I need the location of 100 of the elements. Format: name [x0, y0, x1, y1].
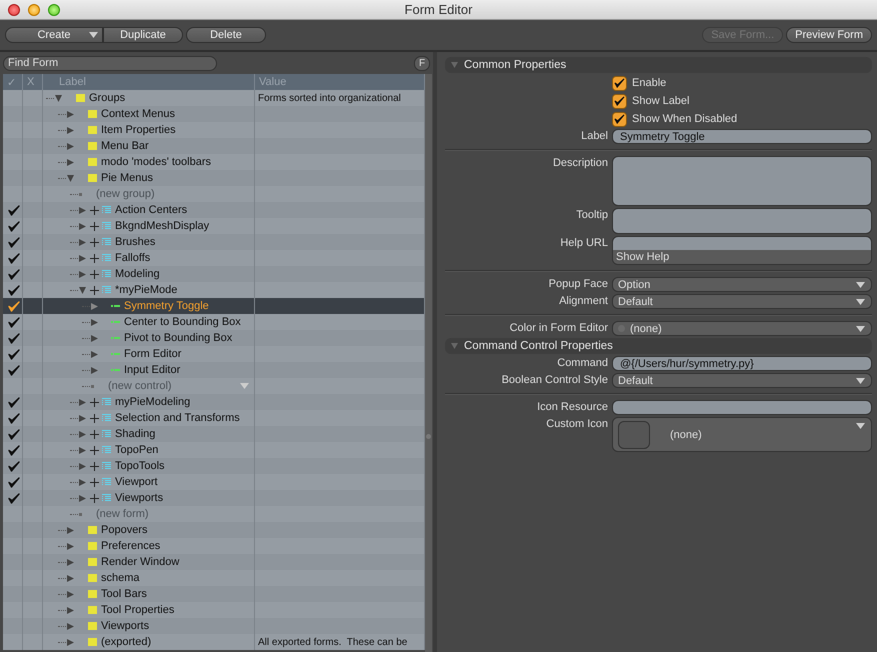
filter-button[interactable]: F	[414, 56, 430, 70]
text-area[interactable]	[612, 156, 872, 206]
tree-item-label[interactable]: Popovers	[101, 524, 148, 536]
tree-item-label[interactable]: Pivot to Bounding Box	[124, 332, 232, 344]
dropdown[interactable]: Option	[612, 277, 872, 292]
check-icon[interactable]	[8, 268, 20, 280]
tree-item-label[interactable]: Item Properties	[101, 124, 176, 136]
check-icon[interactable]	[8, 252, 20, 264]
text-field[interactable]: Symmetry Toggle	[612, 129, 872, 144]
delete-button[interactable]: Delete	[186, 27, 266, 43]
plus-icon[interactable]	[90, 286, 99, 294]
tree-item-label[interactable]: (exported)	[101, 636, 152, 648]
plus-icon[interactable]	[90, 478, 99, 486]
check-icon[interactable]	[8, 460, 20, 472]
expand-arrow-icon[interactable]	[67, 606, 74, 614]
tree-item-label[interactable]: Action Centers	[115, 204, 188, 216]
tree-item-label[interactable]: Input Editor	[124, 364, 180, 376]
preview-button[interactable]: Preview Form	[786, 27, 872, 43]
expand-arrow-icon[interactable]	[79, 414, 86, 422]
plus-icon[interactable]	[90, 270, 99, 278]
tree-item-label[interactable]: BkgndMeshDisplay	[115, 220, 210, 232]
collapse-arrow-icon[interactable]	[67, 174, 74, 182]
checkbox[interactable]	[612, 94, 627, 108]
tree-item-label[interactable]: Pie Menus	[101, 172, 153, 184]
plus-icon[interactable]	[90, 494, 99, 502]
expand-arrow-icon[interactable]	[67, 590, 74, 598]
tree-item-label[interactable]: Symmetry Toggle	[124, 300, 209, 312]
tree-item-label[interactable]: Groups	[89, 92, 126, 104]
zoom-button[interactable]	[48, 4, 60, 16]
expand-arrow-icon[interactable]	[91, 350, 98, 358]
check-icon[interactable]	[8, 412, 20, 424]
create-button[interactable]: Create	[5, 27, 103, 43]
expand-arrow-icon[interactable]	[79, 206, 86, 214]
tree-item-label[interactable]: Tool Bars	[101, 588, 147, 600]
expand-arrow-icon[interactable]	[79, 494, 86, 502]
tree-item-label[interactable]: Menu Bar	[101, 140, 149, 152]
tree-item-label[interactable]: Tool Properties	[101, 604, 174, 616]
expand-arrow-icon[interactable]	[67, 638, 74, 646]
expand-arrow-icon[interactable]	[67, 622, 74, 630]
text-field[interactable]	[612, 400, 872, 415]
check-icon[interactable]	[8, 444, 20, 456]
tree-item-label[interactable]: myPieModeling	[115, 396, 190, 408]
expand-arrow-icon[interactable]	[79, 430, 86, 438]
checkbox[interactable]	[612, 76, 627, 90]
tree-item-label[interactable]: Form Editor	[124, 348, 182, 360]
tree-item-label[interactable]: TopoPen	[115, 444, 158, 456]
icon-dropdown[interactable]: (none)	[612, 417, 872, 452]
expand-arrow-icon[interactable]	[79, 446, 86, 454]
text-field[interactable]: @{/Users/hur/symmetry.py}	[612, 356, 872, 371]
tree-item-label[interactable]: Viewport	[115, 476, 158, 488]
expand-arrow-icon[interactable]	[79, 462, 86, 470]
expand-arrow-icon[interactable]	[67, 110, 74, 118]
check-icon[interactable]	[8, 476, 20, 488]
check-icon[interactable]	[8, 396, 20, 408]
close-button[interactable]	[8, 4, 20, 16]
plus-icon[interactable]	[90, 254, 99, 262]
section-header[interactable]: Common Properties	[445, 57, 872, 73]
tree-item-label[interactable]: Falloffs	[115, 252, 150, 264]
plus-icon[interactable]	[90, 430, 99, 438]
expand-arrow-icon[interactable]	[67, 126, 74, 134]
plus-icon[interactable]	[90, 414, 99, 422]
plus-icon[interactable]	[90, 462, 99, 470]
expand-arrow-icon[interactable]	[91, 318, 98, 326]
minimize-button[interactable]	[28, 4, 40, 16]
expand-arrow-icon[interactable]	[67, 158, 74, 166]
plus-icon[interactable]	[90, 446, 99, 454]
collapse-arrow-icon[interactable]	[79, 286, 86, 294]
text-area[interactable]	[612, 208, 872, 234]
check-icon[interactable]	[8, 300, 20, 312]
check-icon[interactable]	[8, 332, 20, 344]
tree-item-label[interactable]: schema	[101, 572, 140, 584]
plus-icon[interactable]	[90, 238, 99, 246]
check-icon[interactable]	[8, 204, 20, 216]
tree-item-label[interactable]: Context Menus	[101, 108, 175, 120]
expand-arrow-icon[interactable]	[79, 222, 86, 230]
plus-icon[interactable]	[90, 206, 99, 214]
tree-item-label[interactable]: modo 'modes' toolbars	[101, 156, 211, 168]
tree-item-label[interactable]: Render Window	[101, 556, 180, 568]
expand-arrow-icon[interactable]	[79, 398, 86, 406]
dropdown[interactable]: Default	[612, 373, 872, 388]
plus-icon[interactable]	[90, 398, 99, 406]
check-icon[interactable]	[8, 236, 20, 248]
expand-arrow-icon[interactable]	[67, 142, 74, 150]
dropdown[interactable]: Default	[612, 294, 872, 309]
plus-icon[interactable]	[90, 222, 99, 230]
section-header[interactable]: Command Control Properties	[445, 338, 872, 354]
tree-item-label[interactable]: Modeling	[115, 268, 160, 280]
checkbox[interactable]	[612, 112, 627, 126]
check-icon[interactable]	[8, 348, 20, 360]
collapse-arrow-icon[interactable]	[55, 94, 62, 102]
expand-arrow-icon[interactable]	[79, 270, 86, 278]
tree-item-label[interactable]: Viewports	[101, 620, 150, 632]
url-field[interactable]	[613, 237, 871, 250]
tree-item-label[interactable]: Shading	[115, 428, 156, 440]
expand-arrow-icon[interactable]	[91, 366, 98, 374]
color-dropdown[interactable]: (none)	[612, 321, 872, 336]
tree-item-label[interactable]: Preferences	[101, 540, 160, 552]
expand-arrow-icon[interactable]	[67, 574, 74, 582]
check-icon[interactable]	[8, 492, 20, 504]
expand-arrow-icon[interactable]	[91, 302, 98, 310]
